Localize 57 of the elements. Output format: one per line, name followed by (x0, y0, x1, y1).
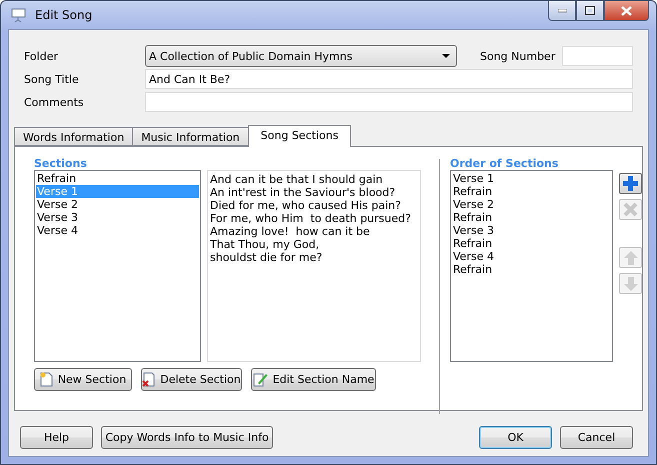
order-item[interactable]: Refrain (452, 211, 611, 224)
delete-page-icon (142, 372, 156, 387)
song-number-label: Song Number (480, 50, 556, 62)
close-icon (621, 6, 632, 16)
minimize-icon (558, 8, 566, 12)
comments-label: Comments (24, 96, 85, 108)
folder-dropdown[interactable]: A Collection of Public Domain Hymns (145, 45, 457, 67)
lyrics-line: shouldst die for me? (210, 251, 324, 264)
section-button[interactable]: Edit Section Name (251, 368, 376, 391)
tab[interactable]: Music Information (132, 127, 249, 146)
close-button[interactable] (604, 1, 649, 21)
order-item[interactable]: Verse 2 (452, 198, 611, 211)
section-item[interactable]: Verse 2 (36, 198, 199, 211)
section-button[interactable]: Delete Section (141, 368, 242, 391)
song-title-field[interactable]: And Can It Be? (145, 69, 633, 89)
order-item[interactable]: Refrain (452, 263, 611, 276)
order-item[interactable]: Verse 1 (452, 172, 611, 185)
order-item[interactable]: Refrain (452, 237, 611, 250)
tab[interactable]: Song Sections (248, 125, 352, 147)
projector-screen-icon (11, 7, 27, 23)
lyrics-line: Amazing love! how can it be (210, 225, 371, 238)
song-title-label: Song Title (24, 72, 80, 86)
minimize-button[interactable] (548, 1, 576, 21)
dropdown-arrow-icon (442, 54, 450, 58)
tab[interactable]: Words Information (14, 127, 134, 146)
arrow-up-icon (624, 250, 638, 264)
section-item[interactable]: Verse 4 (36, 224, 199, 237)
order-item[interactable]: Verse 4 (452, 250, 611, 263)
lyrics-line: For me, who Him to death pursued? (210, 212, 412, 225)
comments-field[interactable] (145, 92, 633, 112)
lyrics-line: That Thou, my God, (210, 238, 320, 251)
plus-icon (623, 176, 638, 191)
new-page-icon (40, 372, 53, 387)
lyrics-field[interactable] (207, 170, 421, 362)
lyrics-line: Died for me, who caused His pain? (210, 199, 402, 212)
section-item[interactable]: Refrain (36, 172, 199, 185)
maximize-button[interactable] (576, 1, 604, 21)
edit-page-icon (252, 372, 268, 387)
window-title: Edit Song (35, 8, 94, 22)
dialog-button[interactable]: Help (20, 426, 93, 449)
lyrics-line: An int'rest in the Saviour's blood? (210, 186, 396, 199)
lyrics-line: And can it be that I should gain (210, 173, 384, 186)
dialog-button[interactable]: Copy Words Info to Music Info (101, 426, 273, 449)
add-button[interactable] (619, 173, 642, 194)
order-item[interactable]: Refrain (452, 185, 611, 198)
sections-heading: Sections (34, 157, 88, 170)
close-icon (623, 202, 638, 217)
order-heading: Order of Sections (450, 157, 560, 170)
dialog-button[interactable]: Cancel (560, 426, 633, 449)
arrow-down-icon (624, 276, 638, 290)
default-button[interactable]: OK (479, 426, 552, 449)
section-item[interactable]: Verse 3 (36, 211, 199, 224)
section-button[interactable]: New Section (34, 368, 132, 391)
song-number-field[interactable] (562, 46, 633, 66)
order-item[interactable]: Verse 3 (452, 224, 611, 237)
maximize-icon (585, 6, 595, 15)
folder-label: Folder (24, 50, 59, 62)
